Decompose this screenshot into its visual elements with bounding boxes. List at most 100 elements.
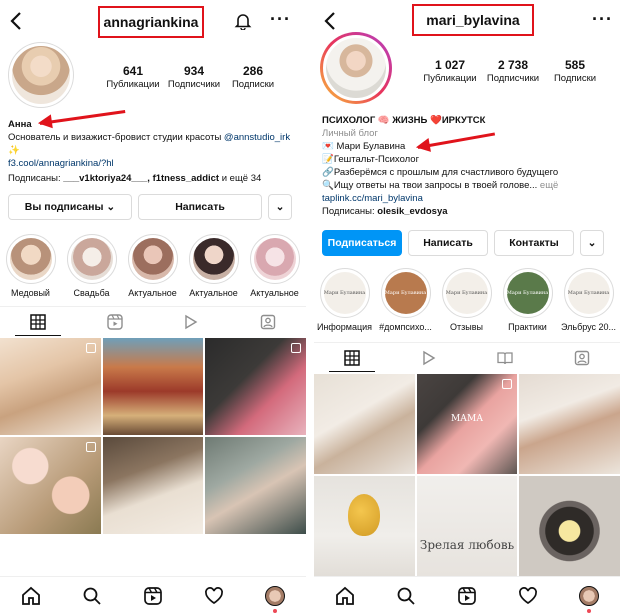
stat-value: 934: [183, 64, 205, 78]
back-arrow-icon[interactable]: [6, 10, 28, 32]
followed-by-more[interactable]: и ещё 34: [222, 173, 262, 184]
suggested-users-button[interactable]: ⌄: [580, 230, 604, 256]
bio-more-link[interactable]: ещё: [540, 180, 558, 191]
bio-website-link[interactable]: taplink.cc/mari_bylavina: [322, 192, 558, 205]
stat-value: 641: [122, 64, 144, 78]
highlight-item[interactable]: Актуальное: [183, 234, 244, 298]
profile-avatar-icon[interactable]: [578, 585, 600, 613]
highlight-item[interactable]: Медовый: [0, 234, 61, 298]
message-button-label: Написать: [423, 237, 473, 249]
profile-bio: ПСИХОЛОГ 🧠 ЖИЗНЬ ❤️ИРКУТСК Личный блог 💌…: [322, 114, 558, 218]
stat-followers[interactable]: 934 Подписчики: [166, 64, 222, 90]
post-thumbnail[interactable]: [0, 338, 101, 435]
avatar-story-ring[interactable]: [320, 32, 392, 104]
stat-value: 1 027: [434, 58, 466, 72]
carousel-icon: [85, 442, 96, 452]
tab-tagged[interactable]: [544, 343, 620, 372]
bio-line: 🔗Разберёмся с прошлым для счастливого бу…: [322, 167, 559, 178]
stat-label: Публикации: [423, 73, 477, 84]
post-thumbnail[interactable]: [102, 338, 204, 435]
suggested-users-button[interactable]: ⌄: [268, 194, 292, 220]
post-thumbnail[interactable]: [519, 374, 620, 474]
stat-label: Подписчики: [486, 73, 540, 84]
more-options-icon[interactable]: ···: [592, 9, 613, 30]
followed-by-names[interactable]: olesik_evdosya: [377, 206, 447, 217]
tab-grid[interactable]: [0, 307, 77, 336]
bio-website-link[interactable]: f3.cool/annagriankina/?hl: [8, 157, 290, 170]
search-icon[interactable]: [81, 585, 103, 607]
highlight-item[interactable]: Актуальное: [122, 234, 183, 298]
highlight-item[interactable]: Мари Булавина #домпсихо...: [375, 268, 436, 332]
stat-posts[interactable]: 641 Публикации: [100, 64, 166, 90]
post-thumbnail[interactable]: Зрелая любовь: [416, 476, 518, 576]
highlight-item[interactable]: Мари Булавина Информация: [314, 268, 375, 332]
post-thumbnail[interactable]: [314, 374, 415, 474]
chevron-down-icon: ⌄: [106, 201, 116, 213]
tagged-user-icon: [260, 314, 275, 329]
home-icon[interactable]: [334, 585, 356, 607]
story-highlights: Медовый Свадьба Актуальное Актуальное Ак…: [0, 234, 305, 298]
profile-actions: Подписаться Написать Контакты ⌄: [322, 230, 604, 256]
contacts-button-label: Контакты: [509, 237, 559, 249]
more-options-icon[interactable]: ···: [270, 9, 291, 30]
stat-posts[interactable]: 1 027 Публикации: [418, 58, 482, 84]
stat-following[interactable]: 286 Подписки: [222, 64, 284, 90]
highlight-item[interactable]: Актуальное: [244, 234, 305, 298]
highlight-item[interactable]: Мари Булавина Отзывы: [436, 268, 497, 332]
post-thumbnail[interactable]: [102, 437, 204, 534]
post-thumbnail[interactable]: [519, 476, 620, 576]
post-thumbnail[interactable]: [205, 437, 306, 534]
avatar[interactable]: [8, 42, 74, 108]
tab-video[interactable]: [153, 307, 230, 336]
home-icon[interactable]: [20, 585, 42, 607]
highlight-item[interactable]: Мари Булавина Эльбрус 20...: [558, 268, 619, 332]
post-thumbnail[interactable]: [205, 338, 306, 435]
highlight-cover: [66, 234, 117, 284]
profile-avatar-icon[interactable]: [264, 585, 286, 613]
message-button[interactable]: Написать: [408, 230, 488, 256]
heart-icon[interactable]: [203, 585, 225, 607]
left-profile-screen: annagriankina ··· 641 Публикации 934 Под…: [0, 0, 306, 614]
profile-name: ПСИХОЛОГ 🧠 ЖИЗНЬ ❤️ИРКУТСК: [322, 115, 486, 126]
posts-grid: [0, 338, 306, 534]
guides-book-icon: [497, 351, 513, 364]
tab-tagged[interactable]: [230, 307, 307, 336]
reels-icon[interactable]: [456, 585, 478, 607]
following-button[interactable]: Вы подписаны ⌄: [8, 194, 132, 220]
carousel-icon: [502, 379, 513, 389]
bell-icon[interactable]: [234, 12, 252, 31]
tab-video[interactable]: [391, 343, 468, 372]
following-button-label: Вы подписаны: [24, 201, 104, 213]
bio-text: Основатель и визажист-бровист студии кра…: [8, 132, 222, 143]
panel-divider: [306, 0, 314, 614]
bio-line: 🔍Ищу ответы на твои запросы в твоей голо…: [322, 180, 538, 191]
highlight-cover: Мари Булавина: [319, 268, 370, 318]
highlight-item[interactable]: Свадьба: [61, 234, 122, 298]
post-thumbnail[interactable]: [314, 476, 415, 576]
stat-value: 2 738: [497, 58, 529, 72]
bio-mention-link[interactable]: @annstudio_irk: [224, 132, 290, 143]
profile-tabs: [0, 306, 306, 336]
contacts-button[interactable]: Контакты: [494, 230, 574, 256]
chevron-down-icon: ⌄: [275, 201, 285, 213]
search-icon[interactable]: [395, 585, 417, 607]
tab-reels[interactable]: [77, 307, 154, 336]
highlight-item[interactable]: Мари Булавина Практики: [497, 268, 558, 332]
stat-following[interactable]: 585 Подписки: [544, 58, 606, 84]
subscribe-button[interactable]: Подписаться: [322, 230, 402, 256]
highlight-brand-text: Мари Булавина: [384, 290, 427, 296]
message-button[interactable]: Написать: [138, 194, 262, 220]
post-thumbnail[interactable]: МАМА: [416, 374, 518, 474]
followed-by-names[interactable]: ___v1ktoriya24___, f1tness_addict: [63, 173, 219, 184]
profile-stats: 641 Публикации 934 Подписчики 286 Подпис…: [100, 64, 284, 90]
heart-icon[interactable]: [517, 585, 539, 607]
tab-guides[interactable]: [467, 343, 544, 372]
back-arrow-icon[interactable]: [320, 10, 342, 32]
reels-icon[interactable]: [142, 585, 164, 607]
tab-grid[interactable]: [314, 343, 391, 372]
post-thumbnail[interactable]: [0, 437, 101, 534]
username-title: annagriankina: [98, 6, 204, 38]
message-button-label: Написать: [175, 201, 225, 213]
highlight-label: #домпсихо...: [379, 322, 432, 332]
stat-followers[interactable]: 2 738 Подписчики: [482, 58, 544, 84]
